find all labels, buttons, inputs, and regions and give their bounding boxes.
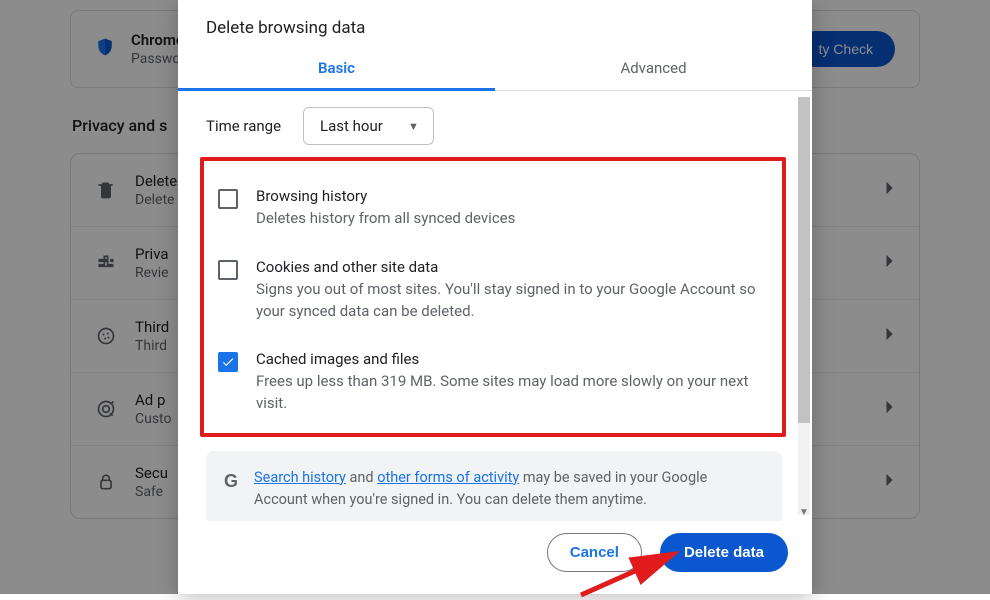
checkbox-browsing-history[interactable] [218, 189, 238, 209]
cancel-button[interactable]: Cancel [547, 533, 642, 572]
option-title: Cookies and other site data [256, 258, 768, 276]
option-desc: Deletes history from all synced devices [256, 208, 515, 230]
scrollbar-vertical[interactable]: ▲ ▼ [798, 97, 810, 515]
option-cookies[interactable]: Cookies and other site data Signs you ou… [218, 248, 768, 341]
option-desc: Frees up less than 319 MB. Some sites ma… [256, 371, 768, 415]
option-browsing-history[interactable]: Browsing history Deletes history from al… [218, 177, 768, 248]
dialog-title: Delete browsing data [178, 0, 812, 46]
time-range-select[interactable]: Last hour ▼ [303, 107, 434, 145]
dialog-tabs: Basic Advanced [178, 46, 812, 91]
option-title: Browsing history [256, 187, 515, 205]
google-account-info: G Search history and other forms of acti… [206, 451, 782, 521]
tab-advanced[interactable]: Advanced [495, 46, 812, 90]
google-logo-icon: G [224, 468, 238, 495]
dialog-body: Time range Last hour ▼ Browsing history … [178, 91, 812, 521]
time-range-value: Last hour [320, 117, 383, 135]
annotation-highlight: Browsing history Deletes history from al… [200, 157, 786, 437]
delete-data-button[interactable]: Delete data [660, 533, 788, 572]
checkbox-cache[interactable] [218, 352, 238, 372]
scroll-down-icon[interactable]: ▼ [798, 505, 810, 519]
dialog-footer: Cancel Delete data [178, 521, 812, 594]
caret-down-icon: ▼ [408, 120, 419, 133]
option-desc: Signs you out of most sites. You'll stay… [256, 279, 768, 323]
option-cache[interactable]: Cached images and files Frees up less th… [218, 340, 768, 421]
time-range-label: Time range [206, 117, 281, 135]
delete-browsing-data-dialog: Delete browsing data Basic Advanced Time… [178, 0, 812, 594]
scrollbar-thumb[interactable] [798, 97, 810, 423]
tab-basic[interactable]: Basic [178, 46, 495, 90]
search-history-link[interactable]: Search history [254, 469, 346, 486]
time-range-row: Time range Last hour ▼ [206, 107, 782, 145]
checkbox-cookies[interactable] [218, 260, 238, 280]
other-activity-link[interactable]: other forms of activity [377, 469, 519, 486]
option-title: Cached images and files [256, 350, 768, 368]
